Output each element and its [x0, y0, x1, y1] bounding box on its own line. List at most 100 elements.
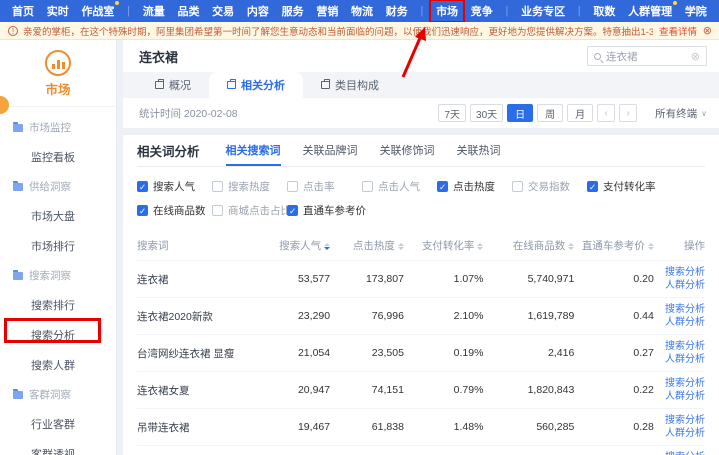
metric-checkbox[interactable]: ✓直通车参考价	[287, 203, 362, 218]
nav-item-2[interactable]: 实时	[47, 3, 69, 19]
search-input-value: 连衣裙	[606, 49, 686, 64]
metric-cell: 74,151	[330, 372, 404, 409]
keyword-search-input[interactable]: 连衣裙 ⊗	[587, 46, 707, 66]
page-tabs: 概况 相关分析类目构成	[123, 72, 719, 98]
metric-checkbox[interactable]: 点击率	[287, 179, 362, 194]
table-row: 连衣裙女夏20,94774,1510.79%1,820,8430.22搜索分析人…	[137, 372, 705, 409]
nav-item-12[interactable]: 市场	[436, 3, 458, 19]
metric-cell: 2.10%	[404, 298, 484, 335]
tab-相关分析[interactable]: 相关分析	[209, 72, 303, 98]
action-link[interactable]: 搜索分析	[654, 414, 705, 427]
nav-item-16[interactable]: 人群管理	[628, 3, 672, 19]
action-link[interactable]: 人群分析	[654, 279, 705, 292]
action-link[interactable]: 搜索分析	[654, 303, 705, 316]
metric-checkbox[interactable]: 搜索热度	[212, 179, 287, 194]
sidebar-item[interactable]: 搜索分析	[0, 320, 116, 350]
actions-cell: 搜索分析人群分析	[654, 261, 705, 298]
sidebar-group-label: 市场监控	[29, 120, 71, 135]
sidebar-group-header[interactable]: 客群洞察	[0, 380, 116, 409]
nav-item-1[interactable]: 首页	[12, 3, 34, 19]
tab-label: 概况	[169, 77, 191, 93]
nav-divider: |	[506, 5, 509, 17]
nav-item-13[interactable]: 竞争	[471, 3, 493, 19]
nav-item-9[interactable]: 营销	[316, 3, 338, 19]
action-link[interactable]: 搜索分析	[654, 451, 705, 455]
terminal-dropdown[interactable]: 所有终端∨	[655, 106, 707, 121]
sidebar-item[interactable]: 监控看板	[0, 142, 116, 172]
metric-cell: 1,619,789	[483, 298, 574, 335]
sort-up-icon	[477, 243, 483, 246]
notice-details-link[interactable]: 查看详情	[659, 24, 697, 38]
nav-item-17[interactable]: 学院	[685, 3, 707, 19]
nav-divider: |	[420, 5, 423, 17]
word-tab[interactable]: 关联热词	[457, 135, 501, 166]
metric-checkbox[interactable]: ✓在线商品数	[137, 203, 212, 218]
metric-label: 商城点击占比	[228, 203, 291, 218]
clear-search-icon[interactable]: ⊗	[691, 50, 700, 63]
folder-icon	[13, 183, 23, 191]
metric-checkbox[interactable]: ✓支付转化率	[587, 179, 662, 194]
sidebar-group-header[interactable]: 供给洞察	[0, 172, 116, 201]
nav-divider: |	[578, 5, 581, 17]
search-term-cell: 连衣裙	[137, 261, 256, 298]
sidebar-group-header[interactable]: 搜索洞察	[0, 261, 116, 290]
period-button[interactable]: 月	[567, 104, 593, 122]
nav-item-4[interactable]: 流量	[143, 3, 165, 19]
word-tab[interactable]: 相关搜索词	[226, 135, 281, 166]
search-icon	[594, 53, 601, 60]
metric-checkbox[interactable]: 商城点击占比	[212, 203, 287, 218]
metric-checkbox[interactable]: ✓点击热度	[437, 179, 512, 194]
nav-item-5[interactable]: 品类	[177, 3, 199, 19]
briefcase-icon	[227, 81, 236, 89]
column-header[interactable]: 直通车参考价	[574, 231, 654, 261]
metric-checkbox[interactable]: ✓搜索人气	[137, 179, 212, 194]
actions-cell: 搜索分析人群分析	[654, 372, 705, 409]
sidebar-item[interactable]: 行业客群	[0, 409, 116, 439]
nav-item-11[interactable]: 财务	[386, 3, 408, 19]
period-button[interactable]: 周	[537, 104, 563, 122]
top-nav: 首页实时作战室|流量品类交易内容服务营销物流财务|市场竞争|业务专区|取数人群管…	[0, 0, 719, 22]
metric-cell: 560,285	[483, 409, 574, 446]
nav-item-14[interactable]: 业务专区	[521, 3, 565, 19]
action-link[interactable]: 人群分析	[654, 316, 705, 329]
range-button[interactable]: 7天	[438, 104, 466, 122]
column-header[interactable]: 支付转化率	[404, 231, 484, 261]
metric-checkbox[interactable]: 点击人气	[362, 179, 437, 194]
next-page-button[interactable]: ›	[619, 104, 637, 122]
metric-checkbox[interactable]: 交易指数	[512, 179, 587, 194]
sidebar-item[interactable]: 客群透视	[0, 439, 116, 455]
nav-item-3[interactable]: 作战室	[81, 3, 114, 19]
sidebar-item[interactable]: 市场大盘	[0, 201, 116, 231]
tab-概况[interactable]: 概况	[137, 72, 209, 98]
nav-item-7[interactable]: 内容	[247, 3, 269, 19]
column-header[interactable]: 搜索人气	[256, 231, 330, 261]
column-header[interactable]: 在线商品数	[483, 231, 574, 261]
word-tab[interactable]: 关联品牌词	[303, 135, 358, 166]
nav-item-10[interactable]: 物流	[351, 3, 373, 19]
tab-类目构成[interactable]: 类目构成	[303, 72, 397, 98]
action-link[interactable]: 搜索分析	[654, 266, 705, 279]
metric-cell: 0.38	[574, 446, 654, 455]
word-tab[interactable]: 关联修饰词	[380, 135, 435, 166]
action-link[interactable]: 人群分析	[654, 353, 705, 366]
action-link[interactable]: 搜索分析	[654, 377, 705, 390]
nav-item-6[interactable]: 交易	[212, 3, 234, 19]
sidebar-group-header[interactable]: 市场监控	[0, 113, 116, 142]
red-annotation-box-nav	[429, 0, 465, 23]
nav-item-15[interactable]: 取数	[593, 3, 615, 19]
sidebar-item[interactable]: 市场排行	[0, 231, 116, 261]
action-link[interactable]: 人群分析	[654, 390, 705, 403]
column-header[interactable]: 点击热度	[330, 231, 404, 261]
main-content: 连衣裙 连衣裙 ⊗ 概况相关分析类目构成 统计时间 2020-02-08 7天3…	[117, 40, 719, 455]
metric-cell: 0.19%	[404, 335, 484, 372]
prev-page-button[interactable]: ‹	[597, 104, 615, 122]
range-button[interactable]: 30天	[470, 104, 503, 122]
period-button[interactable]: 日	[507, 104, 533, 122]
sidebar-group-label: 客群洞察	[29, 387, 71, 402]
sidebar-item[interactable]: 搜索人群	[0, 350, 116, 380]
sidebar-item[interactable]: 搜索排行	[0, 290, 116, 320]
notice-close-icon[interactable]: ⊗	[703, 24, 712, 37]
action-link[interactable]: 人群分析	[654, 427, 705, 440]
nav-item-8[interactable]: 服务	[282, 3, 304, 19]
action-link[interactable]: 搜索分析	[654, 340, 705, 353]
